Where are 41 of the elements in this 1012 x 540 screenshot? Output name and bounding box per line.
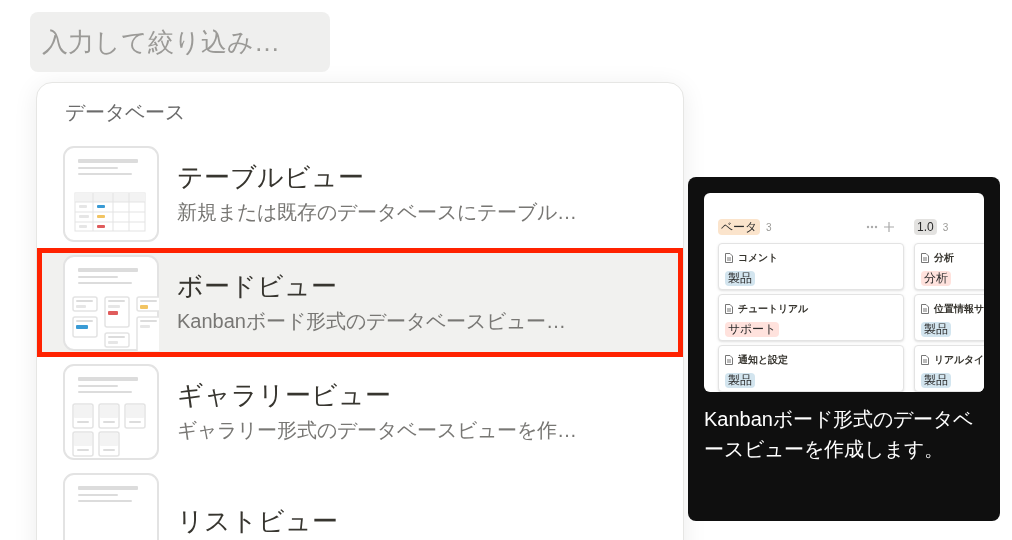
gallery-view-icon xyxy=(63,363,159,460)
plus-icon[interactable] xyxy=(884,222,894,232)
column-count: 3 xyxy=(942,220,949,235)
item-description: Kanbanボード形式のデータベースビュー… xyxy=(177,308,566,334)
card-tag: 製品 xyxy=(725,271,755,286)
card-tag: 製品 xyxy=(921,322,951,337)
page-icon xyxy=(921,303,929,314)
item-title: ギャラリービュー xyxy=(177,379,391,410)
item-title: ボードビュー xyxy=(177,270,337,301)
item-title: テーブルビュー xyxy=(177,161,364,192)
card-title: コメント xyxy=(738,251,778,265)
page-icon xyxy=(921,354,929,365)
card-title: 位置情報サ xyxy=(934,302,984,316)
search-field[interactable]: 入力して絞り込み… xyxy=(30,12,330,72)
table-view-icon xyxy=(63,145,159,242)
section-heading: データベース xyxy=(65,100,185,125)
item-description: ギャラリー形式のデータベースビューを作… xyxy=(177,417,577,443)
menu-item[interactable]: テーブルビュー 新規または既存のデータベースにテーブル… xyxy=(37,139,683,248)
column-count: 3 xyxy=(766,220,772,235)
card-tag: 製品 xyxy=(921,373,951,388)
card-title: 分析 xyxy=(934,251,954,265)
card-tag: 分析 xyxy=(921,271,951,286)
page-icon xyxy=(725,303,733,314)
card-tag: サポート xyxy=(725,322,779,337)
page-icon xyxy=(725,252,733,263)
page-icon xyxy=(725,354,733,365)
card-title: チュートリアル xyxy=(738,302,808,316)
card-title: 通知と設定 xyxy=(738,353,788,367)
column-tag: 1.0 xyxy=(914,219,937,235)
menu-item[interactable]: リストビュー xyxy=(37,466,683,540)
more-icon[interactable] xyxy=(866,225,878,229)
board-view-icon xyxy=(63,254,159,351)
card-title: リアルタイ xyxy=(934,353,984,367)
card-tag: 製品 xyxy=(725,373,755,388)
item-description: 新規または既存のデータベースにテーブル… xyxy=(177,199,577,225)
column-tag: ベータ xyxy=(718,219,760,235)
menu-item[interactable]: ギャラリービュー ギャラリー形式のデータベースビューを作… xyxy=(37,357,683,466)
menu-item[interactable]: ボードビュー Kanbanボード形式のデータベースビュー… xyxy=(37,248,683,357)
page-icon xyxy=(921,252,929,263)
item-title: リストビュー xyxy=(177,505,338,536)
tooltip-caption: Kanbanボード形式のデータベースビューを作成します。 xyxy=(704,407,974,462)
